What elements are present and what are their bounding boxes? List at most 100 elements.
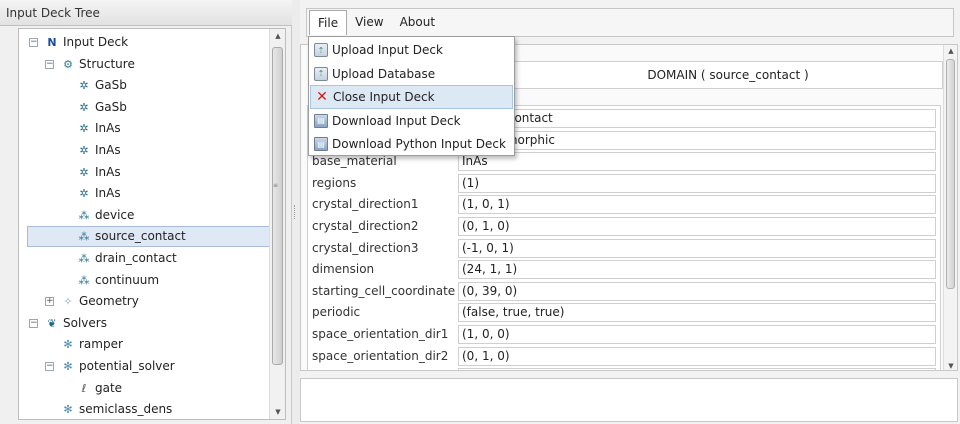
tree-item[interactable]: − ⚙ Structure (19, 54, 135, 75)
tree-item-label: potential_solver (79, 359, 175, 373)
menu-view[interactable]: View (347, 10, 391, 35)
property-value-field[interactable]: (1, 0, 0) (458, 325, 936, 344)
property-key: space_orientation_dir2 (312, 348, 449, 363)
property-key: base_material (312, 154, 397, 169)
tree-item[interactable]: ℓ gate (19, 378, 122, 399)
tree-item[interactable]: ✲ InAs (19, 140, 120, 161)
property-key: dimension (312, 262, 375, 277)
material-icon: ✲ (79, 100, 89, 114)
material-icon: ✲ (79, 165, 89, 179)
tree-item[interactable]: ✲ InAs (19, 183, 121, 204)
property-value-field[interactable]: InAs (458, 152, 936, 172)
solver-icon: ✻ (63, 403, 73, 417)
property-key: space_orientation_dir1 (312, 327, 449, 341)
menu-item-label: Download Input Deck (332, 113, 461, 128)
menu-item-close-input-deck[interactable]: ✕ Close Input Deck (310, 85, 513, 109)
property-value-field[interactable]: (false, true, true) (458, 303, 936, 323)
tree-item[interactable]: ✻ semiclass_dens (19, 399, 172, 419)
structure-icon: ⚙ (63, 57, 73, 71)
expand-icon[interactable]: + (45, 297, 54, 307)
property-value-field[interactable]: (1, 0, 1) (458, 195, 936, 215)
property-key: crystal_direction1 (312, 197, 419, 212)
menu-file[interactable]: File (309, 10, 348, 35)
domain-icon: ⁂ (78, 208, 90, 222)
tree-item-label: InAs (95, 186, 121, 201)
menu-item-label: Upload Database (332, 66, 436, 81)
property-value-field[interactable]: (24, 1, 1) (458, 260, 936, 280)
property-key: starting_cell_coordinate (312, 283, 456, 298)
editor-scroll-thumb[interactable] (946, 59, 955, 289)
menu-item-upload-input-deck[interactable]: ⇡ Upload Input Deck (310, 38, 513, 62)
tree-scroll-thumb[interactable] (272, 47, 283, 365)
file-dropdown-menu: ⇡ Upload Input Deck ⇡ Upload Database ✕ Close… (308, 36, 515, 156)
scroll-down-arrow-icon[interactable]: ▼ (944, 360, 957, 370)
tree-item[interactable]: ⁂ drain_contact (19, 248, 177, 269)
tree-item[interactable]: ⁂ source_contact (27, 226, 283, 248)
close-icon: ✕ (316, 89, 328, 105)
property-key: lead_direction (312, 370, 396, 371)
solver-icon: ✻ (63, 360, 73, 373)
editor-scrollbar[interactable]: ▲ ▼ (943, 45, 957, 370)
tree-item[interactable]: − ❦ Solvers (19, 313, 107, 334)
tree-item[interactable]: ⁂ continuum (19, 270, 160, 291)
tree-scrollbar[interactable]: ▲ ≡ ▼ (269, 29, 285, 419)
tree-item-label: gate (95, 380, 123, 395)
collapse-icon[interactable]: − (29, 318, 38, 328)
collapse-icon[interactable]: − (45, 362, 54, 371)
tree-item-label: continuum (95, 272, 160, 287)
panel-splitter[interactable] (292, 0, 300, 424)
menu-about[interactable]: About (392, 10, 443, 35)
material-icon: ✲ (79, 144, 89, 157)
menubar: File View About (306, 8, 954, 37)
tree-item[interactable]: − ✻ potential_solver (19, 356, 175, 377)
collapse-icon[interactable]: − (29, 38, 38, 47)
input-deck-tree-panel: Input Deck Tree − N Input Deck − ⚙ Structure ✲… (0, 0, 292, 424)
property-row: dimension (24, 1, 1) (308, 259, 942, 280)
tree-item[interactable]: ✲ GaSb (19, 75, 127, 96)
property-value-field[interactable]: (-1, 0, 1) (458, 238, 936, 258)
tree-item-label: GaSb (95, 78, 127, 93)
tree-item[interactable]: ✻ ramper (19, 334, 123, 355)
property-row: crystal_direction3 (-1, 0, 1) (308, 238, 942, 259)
scroll-up-arrow-icon[interactable]: ▲ (944, 45, 957, 57)
menu-item-download-input-deck[interactable]: ▤ Download Input Deck (310, 109, 513, 133)
material-icon: ✲ (79, 79, 89, 93)
property-row: space_orientation_dir2 (0, 1, 0) (308, 346, 942, 367)
property-key: periodic (312, 305, 361, 320)
property-value-field[interactable]: source_contact (458, 109, 936, 128)
collapse-icon[interactable]: − (45, 59, 54, 69)
tree-item-label: device (95, 207, 135, 222)
tree-item-label: GaSb (95, 99, 127, 114)
scroll-up-arrow-icon[interactable]: ▲ (270, 29, 285, 43)
domain-icon: ⁂ (78, 230, 90, 244)
property-key: regions (312, 175, 357, 190)
tree-item[interactable]: − N Input Deck (19, 32, 128, 53)
tree-item[interactable]: ✲ InAs (19, 162, 121, 183)
property-row: periodic (false, true, true) (308, 302, 942, 323)
tree-item[interactable]: + ✧ Geometry (19, 291, 139, 312)
tree-item-label: source_contact (95, 229, 186, 244)
property-value-field[interactable]: (0, 39, 0) (458, 281, 936, 301)
gate-icon: ℓ (81, 381, 87, 395)
tree-item[interactable]: ⁂ device (19, 205, 135, 226)
menu-item-download-python-input-deck[interactable]: ▤ Download Python Input Deck (310, 132, 513, 156)
tree-item-label: drain_contact (95, 251, 177, 265)
property-value-field[interactable]: (0, 1, 0) (458, 346, 936, 366)
property-value-field[interactable]: (0, 1, 0) (458, 217, 936, 236)
property-value-field[interactable]: pseudomorphic (458, 130, 936, 150)
tree-item[interactable]: ✲ GaSb (19, 97, 127, 118)
scroll-down-arrow-icon[interactable]: ▼ (270, 405, 285, 419)
upload-icon: ⇡ (314, 43, 328, 57)
menu-item-label: Close Input Deck (333, 90, 435, 104)
tree-item[interactable]: ✲ InAs (19, 118, 121, 139)
property-row: regions (1) (308, 173, 942, 194)
tree-item-label: InAs (95, 121, 121, 136)
property-key: crystal_direction3 (312, 240, 419, 255)
domain-icon: ⁂ (78, 273, 90, 287)
property-row: space_orientation_dir1 (1, 0, 0) (308, 324, 942, 345)
tree-item-label: InAs (95, 164, 121, 179)
tree-panel-title: Input Deck Tree (6, 6, 100, 20)
property-value-field[interactable]: 0 (458, 368, 936, 370)
property-value-field[interactable]: (1) (458, 173, 936, 193)
menu-item-upload-database[interactable]: ⇡ Upload Database (310, 62, 513, 86)
